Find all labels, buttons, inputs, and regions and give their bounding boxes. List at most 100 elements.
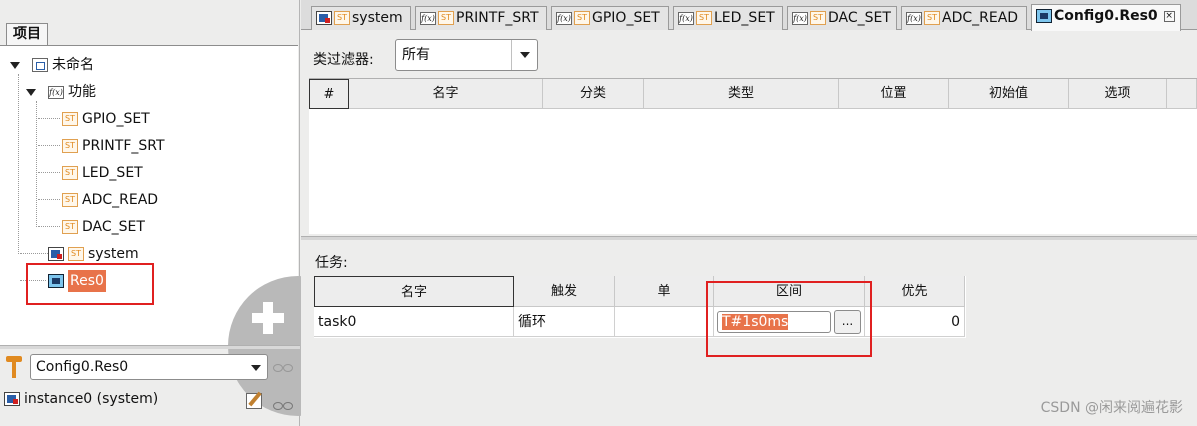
tab-dac-set[interactable]: f(x) ST DAC_SET <box>787 6 897 30</box>
tree-item-label: system <box>88 246 139 262</box>
tree-item-function[interactable]: ST ADC_READ <box>62 189 158 211</box>
st-file-icon: ST <box>68 247 84 261</box>
tree-connector <box>18 74 19 254</box>
config-select[interactable]: Config0.Res0 <box>30 354 268 380</box>
tree-item-label: PRINTF_SRT <box>82 138 165 154</box>
tree-item-system[interactable]: ST system <box>48 243 139 265</box>
tab-label: GPIO_SET <box>592 10 660 26</box>
st-file-icon: ST <box>62 112 78 126</box>
variables-table: # 名字 分类 类型 位置 初始值 选项 <box>309 78 1197 234</box>
column-header-class[interactable]: 分类 <box>543 79 644 109</box>
tree-item-label: 功能 <box>68 84 96 100</box>
task-name-cell[interactable]: task0 <box>314 307 514 337</box>
instance-item[interactable]: instance0 (system) <box>4 390 158 408</box>
project-tab[interactable]: 项目 <box>6 23 48 45</box>
tab-gpio-set[interactable]: f(x) ST GPIO_SET <box>551 6 669 30</box>
class-filter-select[interactable]: 所有 <box>395 39 538 71</box>
tree-item-functions[interactable]: f(x) 功能 <box>48 81 96 103</box>
tree-item-res0[interactable]: Res0 <box>48 270 106 292</box>
resource-icon <box>1036 9 1052 23</box>
task-priority-cell[interactable]: 0 <box>865 307 965 337</box>
column-header-initial-value[interactable]: 初始值 <box>949 79 1069 109</box>
tree-connector <box>38 199 60 200</box>
column-header-name[interactable]: 名字 <box>314 276 514 307</box>
tree-item-function[interactable]: ST GPIO_SET <box>62 108 150 130</box>
tree-item-label: ADC_READ <box>82 192 159 208</box>
config-select-value: Config0.Res0 <box>36 359 129 375</box>
interval-input[interactable]: T#1s0ms <box>717 311 831 333</box>
dropdown-button[interactable] <box>511 40 537 70</box>
tree-item-function[interactable]: ST PRINTF_SRT <box>62 135 165 157</box>
interval-browse-button[interactable]: ... <box>834 310 861 334</box>
tab-label: ADC_READ <box>942 10 1019 26</box>
close-icon[interactable]: × <box>1163 10 1175 22</box>
debug-view-icon[interactable] <box>272 400 294 410</box>
task-single-cell[interactable] <box>615 307 714 337</box>
expand-arrow-icon[interactable] <box>10 62 20 69</box>
column-header-filler <box>1167 79 1197 109</box>
tab-label: LED_SET <box>714 10 775 26</box>
column-header-single[interactable]: 单 <box>615 276 714 307</box>
tree-connector <box>20 280 46 281</box>
edit-icon[interactable] <box>246 393 262 409</box>
st-file-icon: ST <box>810 11 826 25</box>
tree-connector <box>38 118 60 119</box>
tree-item-function[interactable]: ST DAC_SET <box>62 216 145 238</box>
filter-label: 类过滤器: <box>313 52 374 68</box>
tasks-label: 任务: <box>315 255 348 271</box>
instance-label: instance0 (system) <box>24 391 159 407</box>
system-icon <box>4 392 20 406</box>
function-icon: f(x) <box>792 11 808 25</box>
column-header-priority[interactable]: 优先 <box>865 276 965 307</box>
chevron-down-icon <box>520 52 530 58</box>
tab-system[interactable]: ST system <box>311 6 411 30</box>
tree-item-label: LED_SET <box>82 165 143 181</box>
tree-item-label: Res0 <box>68 270 106 292</box>
function-icon: f(x) <box>678 11 694 25</box>
tab-config0-res0[interactable]: Config0.Res0 × <box>1031 4 1181 31</box>
tree-connector <box>36 101 37 227</box>
expand-arrow-icon[interactable] <box>26 89 36 96</box>
tab-printf-srt[interactable]: f(x) ST PRINTF_SRT <box>415 6 547 30</box>
column-header-index[interactable]: # <box>309 79 349 109</box>
tasks-table: 名字 触发 单 区间 优先 task0 循环 0 T#1s0ms ... <box>314 276 966 338</box>
resource-icon <box>48 274 64 288</box>
column-header-interval[interactable]: 区间 <box>714 276 865 307</box>
project-panel: 项目 未命名 f(x) 功能 ST GPIO_SET ST PRINTF_SRT ST… <box>0 0 368 426</box>
tab-label: Config0.Res0 <box>1054 8 1158 24</box>
tab-adc-read[interactable]: f(x) ST ADC_READ <box>901 6 1027 30</box>
tab-label: system <box>352 10 403 26</box>
editor-tabbar: ST system f(x) ST PRINTF_SRT f(x) ST GPIO_SET… <box>301 0 1197 31</box>
tab-label: DAC_SET <box>828 10 891 26</box>
tab-led-set[interactable]: f(x) ST LED_SET <box>673 6 783 30</box>
watermark: CSDN @闲来阅遍花影 <box>1040 400 1183 416</box>
st-file-icon: ST <box>62 139 78 153</box>
column-header-trigger[interactable]: 触发 <box>514 276 615 307</box>
tree-item-root[interactable]: 未命名 <box>32 54 94 76</box>
column-header-location[interactable]: 位置 <box>839 79 949 109</box>
column-header-name[interactable]: 名字 <box>349 79 543 109</box>
st-file-icon: ST <box>62 166 78 180</box>
tree-item-function[interactable]: ST LED_SET <box>62 162 143 184</box>
panel-divider[interactable] <box>0 345 300 349</box>
pin-icon[interactable] <box>4 356 24 378</box>
st-file-icon: ST <box>574 11 590 25</box>
project-icon <box>32 58 48 72</box>
task-trigger-cell[interactable]: 循环 <box>514 307 615 337</box>
st-file-icon: ST <box>438 11 454 25</box>
debug-view-icon[interactable] <box>272 362 294 372</box>
st-file-icon: ST <box>334 11 350 25</box>
system-icon <box>316 11 332 25</box>
column-header-type[interactable]: 类型 <box>644 79 839 109</box>
tree-item-label: 未命名 <box>52 57 94 73</box>
class-filter-value: 所有 <box>402 47 430 63</box>
tab-label: PRINTF_SRT <box>456 10 539 26</box>
tree-connector <box>38 226 60 227</box>
function-folder-icon: f(x) <box>48 85 64 99</box>
pane-splitter[interactable] <box>301 236 1197 240</box>
st-file-icon: ST <box>62 220 78 234</box>
tree-item-label: GPIO_SET <box>82 111 150 127</box>
st-file-icon: ST <box>924 11 940 25</box>
column-header-option[interactable]: 选项 <box>1069 79 1167 109</box>
editor-area: ST system f(x) ST PRINTF_SRT f(x) ST GPIO_SET… <box>301 0 1197 426</box>
